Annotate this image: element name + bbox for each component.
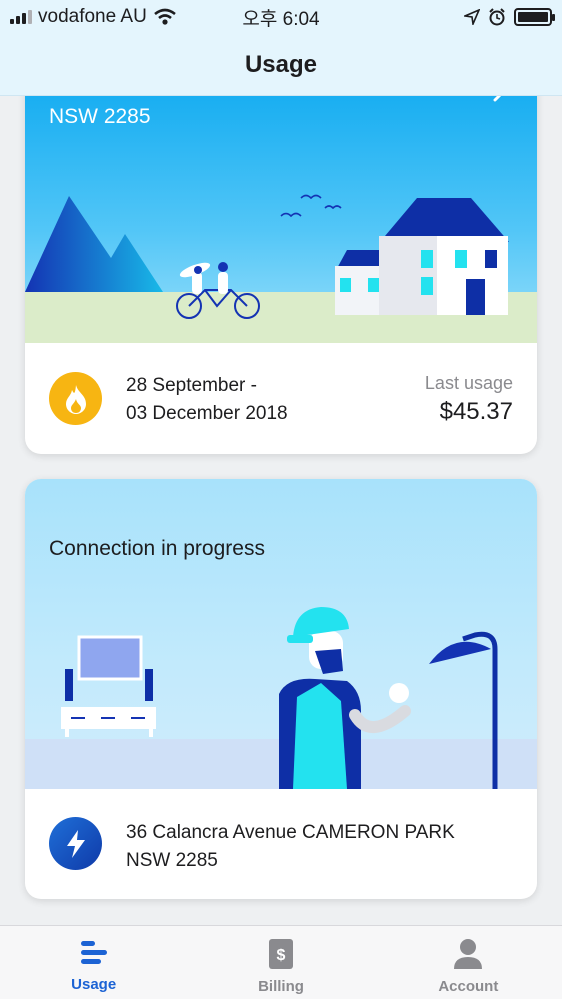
- billing-period: 28 September - 03 December 2018: [126, 372, 288, 427]
- dollar-bill-icon: $: [268, 939, 293, 969]
- nav-header: Usage: [0, 34, 562, 96]
- technician-illustration: [61, 607, 498, 789]
- tab-billing-label: Billing: [258, 978, 304, 995]
- usage-info-row: 28 September - 03 December 2018 Last usa…: [25, 343, 537, 454]
- last-usage-amount: $45.37: [439, 398, 513, 425]
- last-usage-block: Last usage $45.37: [425, 373, 513, 426]
- connection-title: Connection in progress: [49, 537, 265, 560]
- period-start: 28 September -: [126, 375, 257, 396]
- address-street: 36 Calancra Avenue CAMERON PARK: [126, 822, 455, 843]
- tab-usage[interactable]: Usage: [0, 926, 187, 999]
- cellular-signal-icon: [10, 10, 32, 24]
- last-usage-label: Last usage: [424, 373, 513, 393]
- status-bar: vodafone AU 오후 6:04: [0, 0, 562, 34]
- tab-account[interactable]: Account: [375, 926, 562, 999]
- carrier-name: vodafone AU: [38, 6, 147, 27]
- tab-billing[interactable]: $ Billing: [187, 926, 374, 999]
- person-icon: [454, 939, 483, 969]
- lightning-bolt-icon: [49, 817, 102, 870]
- electricity-address: NSW 2285: [49, 104, 151, 130]
- alarm-clock-icon: [489, 8, 505, 26]
- tab-bar: Usage $ Billing Account: [0, 925, 562, 999]
- house-bike-illustration: [25, 194, 509, 319]
- location-arrow-icon: [464, 9, 480, 25]
- battery-icon: [514, 8, 555, 26]
- usage-bars-icon: [80, 941, 107, 964]
- connection-card[interactable]: Connection in progress 36 Calancra Avenu…: [25, 479, 537, 899]
- connection-address: 36 Calancra Avenue CAMERON PARK NSW 2285: [126, 819, 455, 874]
- period-end: 03 December 2018: [126, 402, 288, 424]
- page-title: Usage: [244, 50, 318, 78]
- flame-icon: [49, 372, 102, 425]
- tab-account-label: Account: [438, 978, 499, 995]
- electricity-scene-illustration: NSW 2285: [25, 60, 537, 343]
- connection-scene-illustration: Connection in progress: [25, 479, 537, 789]
- svg-text:$: $: [277, 947, 286, 964]
- tab-usage-label: Usage: [71, 976, 117, 993]
- address-postcode: NSW 2285: [126, 849, 218, 871]
- electricity-usage-card[interactable]: NSW 2285 28 September - 03 December 2018…: [25, 60, 537, 454]
- wifi-icon: [154, 8, 176, 25]
- address-postcode: NSW 2285: [49, 105, 151, 128]
